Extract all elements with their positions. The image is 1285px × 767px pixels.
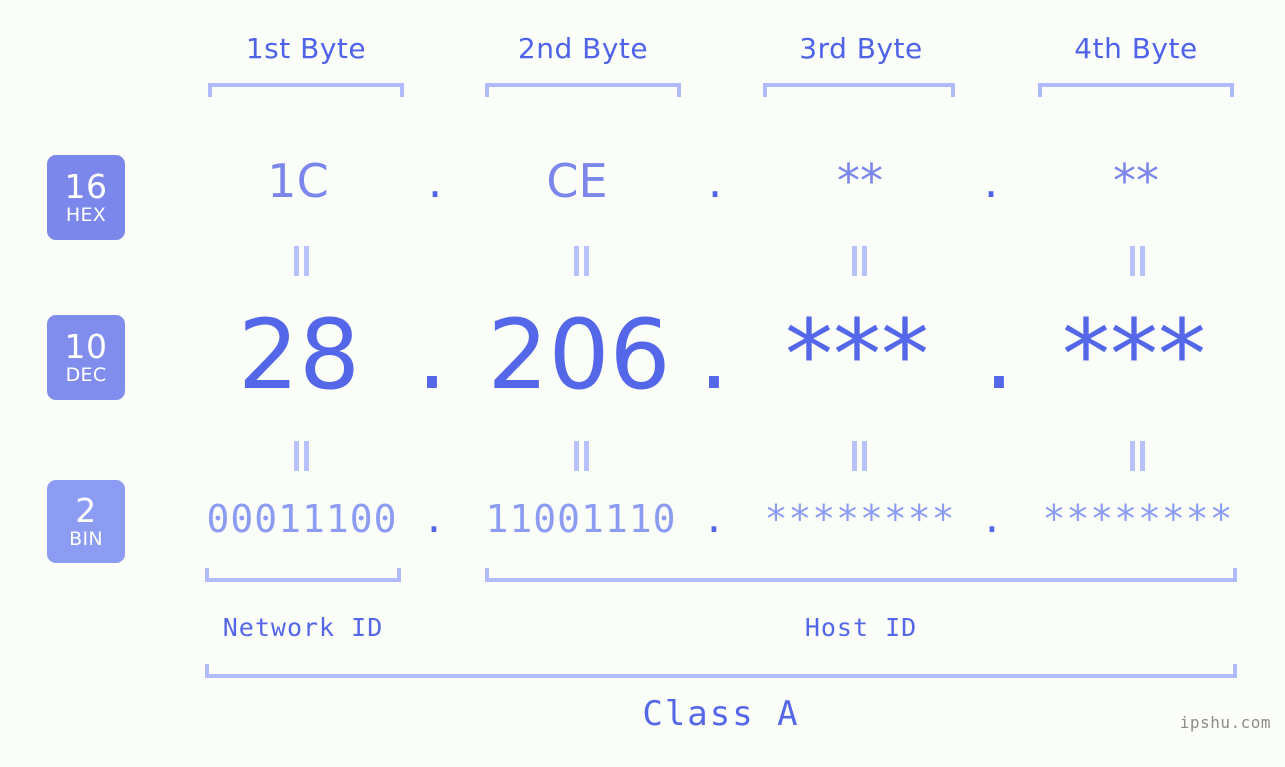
column-header-3rd-byte: 3rd Byte bbox=[799, 32, 923, 65]
equals-connector-dec-bin-2 bbox=[568, 441, 594, 471]
equals-connector-hex-dec-4 bbox=[1124, 246, 1150, 276]
dec-byte-1-value: 28 bbox=[237, 299, 361, 411]
bracket-top-1st-byte bbox=[208, 83, 404, 97]
dec-byte-3-value: *** bbox=[785, 299, 929, 411]
base-badge-dec-number: 10 bbox=[64, 327, 108, 366]
bracket-network-id bbox=[205, 568, 401, 582]
bracket-top-4th-byte bbox=[1038, 83, 1234, 97]
dec-byte-2-value: 206 bbox=[487, 299, 671, 411]
hex-byte-3-value: ** bbox=[837, 154, 883, 208]
base-badge-bin: 2 BIN bbox=[47, 480, 125, 563]
bin-byte-4-value: ******** bbox=[1042, 497, 1234, 541]
bin-separator-2: . bbox=[702, 497, 726, 541]
bracket-top-3rd-byte bbox=[763, 83, 955, 97]
ip-address-breakdown-diagram: 1st Byte 2nd Byte 3rd Byte 4th Byte 16 H… bbox=[0, 0, 1285, 767]
bin-byte-2-value: 11001110 bbox=[485, 497, 677, 541]
network-id-label: Network ID bbox=[222, 613, 384, 642]
hex-separator-1: . bbox=[427, 154, 443, 208]
column-header-4th-byte: 4th Byte bbox=[1074, 32, 1198, 65]
hex-separator-2: . bbox=[707, 154, 723, 208]
base-badge-hex-name: HEX bbox=[65, 204, 107, 226]
hex-separator-3: . bbox=[983, 154, 999, 208]
column-header-1st-byte: 1st Byte bbox=[245, 32, 367, 65]
bracket-class bbox=[205, 664, 1237, 678]
base-badge-bin-number: 2 bbox=[75, 491, 97, 530]
equals-connector-hex-dec-3 bbox=[846, 246, 872, 276]
bracket-host-id bbox=[485, 568, 1237, 582]
equals-connector-dec-bin-1 bbox=[288, 441, 314, 471]
hex-byte-1-value: 1C bbox=[267, 154, 329, 208]
dec-separator-1: . bbox=[416, 299, 448, 411]
dec-byte-4-value: *** bbox=[1062, 299, 1206, 411]
base-badge-dec-name: DEC bbox=[65, 364, 107, 386]
bin-separator-1: . bbox=[422, 497, 446, 541]
equals-connector-dec-bin-4 bbox=[1124, 441, 1150, 471]
base-badge-hex-number: 16 bbox=[64, 167, 108, 206]
equals-connector-hex-dec-2 bbox=[568, 246, 594, 276]
column-header-2nd-byte: 2nd Byte bbox=[517, 32, 649, 65]
hex-byte-4-value: ** bbox=[1113, 154, 1159, 208]
base-badge-hex: 16 HEX bbox=[47, 155, 125, 240]
bracket-top-2nd-byte bbox=[485, 83, 681, 97]
bin-byte-1-value: 00011100 bbox=[206, 497, 398, 541]
base-badge-bin-name: BIN bbox=[69, 528, 103, 550]
hex-byte-2-value: CE bbox=[546, 154, 608, 208]
host-id-label: Host ID bbox=[804, 613, 918, 642]
equals-connector-hex-dec-1 bbox=[288, 246, 314, 276]
bin-separator-3: . bbox=[980, 497, 1004, 541]
equals-connector-dec-bin-3 bbox=[846, 441, 872, 471]
dec-separator-2: . bbox=[698, 299, 730, 411]
base-badge-dec: 10 DEC bbox=[47, 315, 125, 400]
bin-byte-3-value: ******** bbox=[764, 497, 956, 541]
class-label: Class A bbox=[642, 694, 800, 734]
watermark-ipshu: ipshu.com bbox=[1179, 713, 1271, 732]
